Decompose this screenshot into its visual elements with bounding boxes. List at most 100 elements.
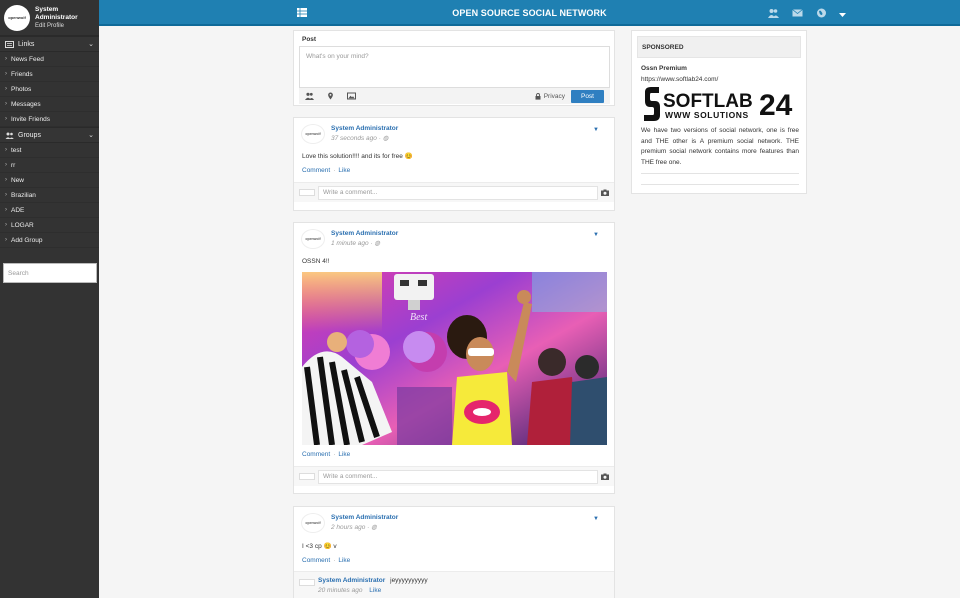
sidebar-item-group-new[interactable]: › New — [0, 173, 99, 188]
post-options-chevron-icon[interactable]: ▼ — [593, 127, 599, 133]
location-pin-icon[interactable] — [326, 92, 335, 100]
chevron-right-icon: › — [5, 192, 7, 198]
comment-timestamp: 20 minutes ago — [318, 587, 363, 594]
chevron-right-icon: › — [5, 222, 7, 228]
comment-input[interactable]: Write a comment... — [318, 469, 598, 484]
svg-text:WWW SOLUTIONS: WWW SOLUTIONS — [665, 110, 749, 120]
sponsored-header: SPONSORED — [637, 36, 801, 58]
softlab24-logo[interactable]: SOFTLAB 24 WWW SOLUTIONS — [641, 86, 799, 122]
avatar[interactable]: openwolf — [4, 4, 30, 31]
camera-icon[interactable] — [601, 189, 609, 196]
composer-header: Post — [302, 36, 317, 43]
post-card: openwolf System Administrator 2 hours ag… — [293, 506, 615, 598]
chevron-right-icon: › — [5, 237, 7, 243]
post-timestamp: 37 seconds ago — [331, 135, 377, 142]
groups-icon — [5, 132, 14, 139]
chevron-right-icon: › — [5, 101, 7, 107]
privacy-selector[interactable]: Privacy — [535, 93, 565, 100]
post-text: I <3 cp 😊 v — [302, 543, 337, 550]
comment-author[interactable]: System Administrator — [318, 577, 385, 584]
like-link[interactable]: Like — [338, 167, 350, 174]
comment-link[interactable]: Comment — [302, 557, 330, 564]
comment-input[interactable]: Write a comment... — [318, 185, 598, 200]
site-title[interactable]: OPEN SOURCE SOCIAL NETWORK — [99, 8, 960, 18]
post-composer: Post What's on your mind? Privacy Post — [293, 30, 615, 106]
edit-profile-link[interactable]: Edit Profile — [35, 22, 90, 30]
tag-friends-icon[interactable] — [305, 92, 314, 100]
chevron-right-icon: › — [5, 86, 7, 92]
sidebar-item-messages[interactable]: › Messages — [0, 97, 99, 112]
sidebar-item-add-group[interactable]: › Add Group — [0, 233, 99, 248]
avatar-logo-text: openwolf — [8, 15, 26, 20]
chevron-right-icon: › — [5, 162, 7, 168]
post-author-name[interactable]: System Administrator — [331, 230, 398, 237]
chevron-right-icon: › — [5, 71, 7, 77]
sidebar-item-label: Invite Friends — [11, 115, 51, 123]
ad-description: We have two versions of social network, … — [641, 127, 799, 166]
sidebar-item-news-feed[interactable]: › News Feed — [0, 52, 99, 67]
photo-upload-icon[interactable] — [347, 92, 356, 100]
status-input[interactable]: What's on your mind? — [299, 46, 610, 88]
post-text: OSSN 4!! — [302, 258, 330, 265]
post-author-name[interactable]: System Administrator — [331, 514, 398, 521]
avatar-logo-text: openwolf — [305, 521, 321, 525]
post-author-avatar[interactable]: openwolf — [301, 229, 325, 249]
smiley-emoji: 😊 — [404, 153, 413, 160]
sidebar-search-input[interactable]: Search — [3, 263, 97, 283]
links-section-header[interactable]: Links ⌄ — [0, 36, 99, 52]
chevron-right-icon: › — [5, 116, 7, 122]
sidebar-item-group-brazilian[interactable]: › Brazilian — [0, 188, 99, 203]
post-actions: Comment · Like — [302, 451, 351, 458]
post-actions: Comment · Like — [302, 167, 351, 174]
ad-title[interactable]: Ossn Premium — [641, 65, 687, 72]
friends-icon[interactable] — [768, 8, 779, 18]
svg-text:24: 24 — [759, 89, 793, 122]
post-card: openwolf System Administrator 37 seconds… — [293, 117, 615, 211]
comment-row: Write a comment... — [294, 466, 614, 486]
sidebar-item-group-rr[interactable]: › rr — [0, 158, 99, 173]
post-author-avatar[interactable]: openwolf — [301, 513, 325, 533]
comment-like-link[interactable]: Like — [369, 587, 381, 594]
groups-list: › test › rr › New › Brazilian › ADE › LOGAR › A… — [0, 143, 99, 248]
chevron-right-icon: › — [5, 147, 7, 153]
post-timestamp: 1 minute ago — [331, 240, 369, 247]
like-link[interactable]: Like — [338, 451, 350, 458]
svg-text:SOFTLAB: SOFTLAB — [663, 91, 753, 112]
post-text: Love this solution!!!! and its for free … — [302, 153, 413, 160]
links-icon — [5, 40, 14, 48]
post-options-chevron-icon[interactable]: ▼ — [593, 516, 599, 522]
chevron-right-icon: › — [5, 56, 7, 62]
notifications-globe-icon[interactable] — [816, 8, 827, 18]
chevron-down-icon: ⌄ — [88, 132, 94, 139]
profile-name[interactable]: System Administrator — [35, 6, 90, 22]
ad-url[interactable]: https://www.softlab24.com/ — [641, 76, 718, 83]
like-link[interactable]: Like — [338, 557, 350, 564]
sidebar-item-group-logar[interactable]: › LOGAR — [0, 218, 99, 233]
sidebar-item-label: LOGAR — [11, 221, 34, 229]
sidebar-item-invite-friends[interactable]: › Invite Friends — [0, 112, 99, 127]
post-author-avatar[interactable]: openwolf — [301, 124, 325, 144]
globe-icon: ◍ — [371, 524, 377, 531]
sidebar-item-label: ADE — [11, 206, 25, 214]
post-author-name[interactable]: System Administrator — [331, 125, 398, 132]
sidebar-item-group-test[interactable]: › test — [0, 143, 99, 158]
comment-link[interactable]: Comment — [302, 451, 330, 458]
camera-icon[interactable] — [601, 473, 609, 480]
chevron-right-icon: › — [5, 177, 7, 183]
sidebar-item-label: News Feed — [11, 55, 44, 63]
sidebar-item-friends[interactable]: › Friends — [0, 67, 99, 82]
sidebar-item-photos[interactable]: › Photos — [0, 82, 99, 97]
sidebar: openwolf System Administrator Edit Profi… — [0, 0, 99, 598]
messages-icon[interactable] — [792, 8, 803, 18]
post-photo[interactable]: Best — [302, 272, 607, 445]
post-options-chevron-icon[interactable]: ▼ — [593, 232, 599, 238]
post-button[interactable]: Post — [571, 89, 604, 103]
chevron-down-icon[interactable] — [837, 11, 848, 21]
groups-section-header[interactable]: Groups ⌄ — [0, 127, 99, 143]
smiley-emoji: 😊 — [323, 543, 332, 550]
commenter-avatar — [299, 189, 315, 196]
sidebar-profile[interactable]: openwolf System Administrator Edit Profi… — [0, 0, 99, 36]
sidebar-item-group-ade[interactable]: › ADE — [0, 203, 99, 218]
comment-link[interactable]: Comment — [302, 167, 330, 174]
sidebar-item-label: Brazilian — [11, 191, 36, 199]
